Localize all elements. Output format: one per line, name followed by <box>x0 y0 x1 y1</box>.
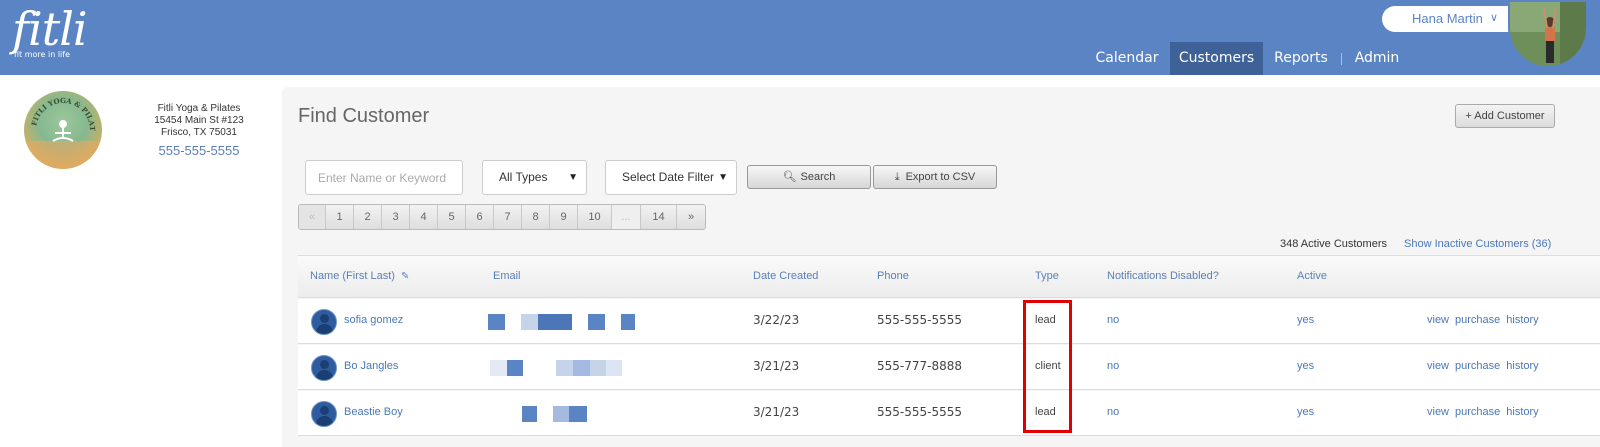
nav-customers[interactable]: Customers <box>1170 42 1263 75</box>
page-1[interactable]: 1 <box>326 205 354 229</box>
studio-info: Fitli Yoga & Pilates 15454 Main St #123 … <box>128 103 270 159</box>
history-link[interactable]: history <box>1506 360 1538 372</box>
chevron-down-icon: ▼ <box>568 172 578 183</box>
customer-avatar-icon <box>311 309 337 335</box>
date-created: 3/22/23 <box>753 313 800 327</box>
customer-name[interactable]: sofia gomez <box>344 314 403 326</box>
page-title: Find Customer <box>298 105 430 127</box>
add-customer-button[interactable]: + Add Customer <box>1455 104 1555 128</box>
purchase-link[interactable]: purchase <box>1455 314 1500 326</box>
nav-calendar[interactable]: Calendar <box>1092 42 1162 75</box>
customer-name[interactable]: Beastie Boy <box>344 406 403 418</box>
col-date-created[interactable]: Date Created <box>753 270 818 282</box>
type-select-value: All Types <box>499 170 548 184</box>
active-customers-count: 348 Active Customers <box>1280 238 1387 250</box>
type-column-highlight <box>1023 300 1072 433</box>
export-button-label: Export to CSV <box>905 171 976 183</box>
page-4[interactable]: 4 <box>410 205 438 229</box>
pencil-icon[interactable]: ✎ <box>401 271 409 282</box>
user-name: Hana Martin <box>1412 11 1483 26</box>
download-icon: ⤓ <box>894 171 900 183</box>
page-10[interactable]: 10 <box>578 205 612 229</box>
notifications-disabled: no <box>1107 406 1120 418</box>
col-notifications[interactable]: Notifications Disabled? <box>1107 270 1219 282</box>
search-icon: 🔍︎ <box>782 171 797 183</box>
row-actions: view purchase history <box>1427 360 1545 372</box>
purchase-link[interactable]: purchase <box>1455 360 1500 372</box>
table-row: Beastie Boy 3/21/23 555-555-5555 lead no… <box>298 391 1600 436</box>
col-email[interactable]: Email <box>493 270 521 282</box>
row-actions: view purchase history <box>1427 406 1545 418</box>
phone: 555-555-5555 <box>877 313 963 327</box>
history-link[interactable]: history <box>1506 314 1538 326</box>
page-7[interactable]: 7 <box>494 205 522 229</box>
table-header: Name (First Last) ✎ Email Date Created Ph… <box>298 255 1600 298</box>
table-row: sofia gomez 3/22/23 555-555-5555 lead no… <box>298 299 1600 344</box>
customer-avatar-icon <box>311 355 337 381</box>
export-csv-button[interactable]: ⤓ Export to CSV <box>873 165 997 189</box>
page-9[interactable]: 9 <box>550 205 578 229</box>
user-avatar[interactable] <box>1508 0 1588 68</box>
purchase-link[interactable]: purchase <box>1455 406 1500 418</box>
active-status: yes <box>1297 314 1315 326</box>
active-status: yes <box>1297 360 1315 372</box>
studio-logo: FITLI YOGA & PILATES <box>24 91 102 169</box>
show-inactive-link[interactable]: Show Inactive Customers (36) <box>1404 238 1551 250</box>
page-3[interactable]: 3 <box>382 205 410 229</box>
top-header: fitli fit more in life Hana Martin ∨ Cal… <box>0 0 1600 75</box>
date-filter-select[interactable]: Select Date Filter ▼ <box>605 160 737 195</box>
notifications-disabled: no <box>1107 360 1120 372</box>
logo-wordmark: fitli <box>12 2 88 56</box>
page-14[interactable]: 14 <box>641 205 677 229</box>
chevron-down-icon: ▼ <box>718 172 728 183</box>
col-name-label: Name (First Last) <box>310 270 395 282</box>
phone: 555-777-8888 <box>877 359 963 373</box>
studio-phone[interactable]: 555-555-5555 <box>128 143 270 159</box>
search-input[interactable] <box>305 160 463 195</box>
view-link[interactable]: view <box>1427 360 1449 372</box>
history-link[interactable]: history <box>1506 406 1538 418</box>
view-link[interactable]: view <box>1427 314 1449 326</box>
col-active[interactable]: Active <box>1297 270 1327 282</box>
date-filter-value: Select Date Filter <box>622 170 715 184</box>
search-button-label: Search <box>800 171 836 183</box>
page-6[interactable]: 6 <box>466 205 494 229</box>
search-button[interactable]: 🔍︎ Search <box>747 165 871 189</box>
phone: 555-555-5555 <box>877 405 963 419</box>
col-type[interactable]: Type <box>1035 270 1059 282</box>
customer-avatar-icon <box>311 401 337 427</box>
customer-name[interactable]: Bo Jangles <box>344 360 398 372</box>
nav-divider <box>1341 53 1342 65</box>
fitli-logo[interactable]: fitli fit more in life <box>12 2 88 59</box>
studio-address-line2: Frisco, TX 75031 <box>161 127 237 138</box>
page-ellipsis: ... <box>612 205 641 229</box>
chevron-down-icon: ∨ <box>1490 12 1499 24</box>
col-name[interactable]: Name (First Last) ✎ <box>310 270 409 282</box>
col-phone[interactable]: Phone <box>877 270 909 282</box>
date-created: 3/21/23 <box>753 359 800 373</box>
find-customer-panel: Find Customer + Add Customer All Types ▼… <box>282 87 1600 447</box>
studio-address-line1: 15454 Main St #123 <box>154 115 244 126</box>
page-prev[interactable]: « <box>299 205 326 229</box>
row-actions: view purchase history <box>1427 314 1545 326</box>
nav-reports[interactable]: Reports <box>1270 42 1332 75</box>
type-select[interactable]: All Types ▼ <box>482 160 587 195</box>
page-2[interactable]: 2 <box>354 205 382 229</box>
table-row: Bo Jangles 3/21/23 555-777-8888 client n… <box>298 345 1600 390</box>
page-next[interactable]: » <box>677 205 705 229</box>
page-5[interactable]: 5 <box>438 205 466 229</box>
notifications-disabled: no <box>1107 314 1120 326</box>
date-created: 3/21/23 <box>753 405 800 419</box>
active-status: yes <box>1297 406 1315 418</box>
studio-name: Fitli Yoga & Pilates <box>157 103 241 114</box>
pagination: « 1 2 3 4 5 6 7 8 9 10 ... 14 » <box>298 204 706 230</box>
nav-admin[interactable]: Admin <box>1350 42 1404 75</box>
page-8[interactable]: 8 <box>522 205 550 229</box>
view-link[interactable]: view <box>1427 406 1449 418</box>
